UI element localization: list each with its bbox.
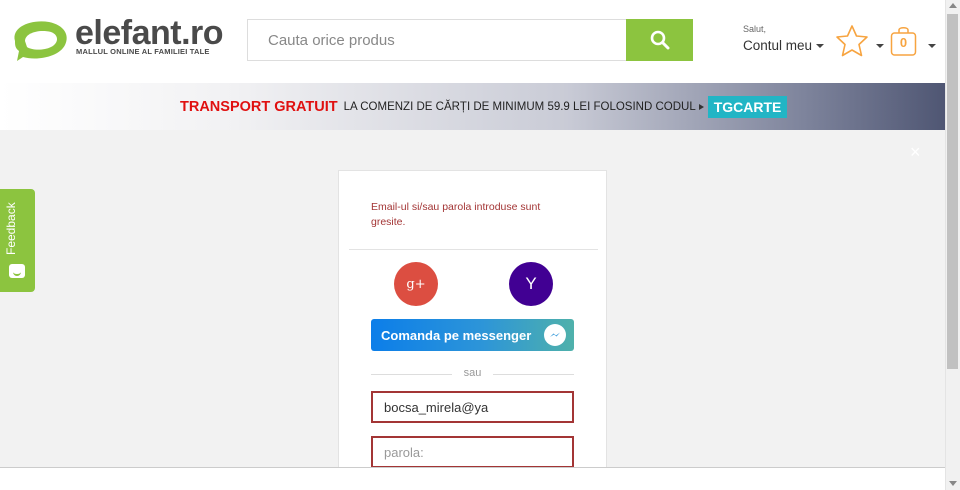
smiley-icon xyxy=(9,264,25,278)
search-button[interactable] xyxy=(626,19,693,61)
account-label: Contul meu xyxy=(743,38,813,53)
close-icon[interactable]: × xyxy=(910,143,921,161)
scroll-down-arrow-icon[interactable] xyxy=(949,481,957,486)
chevron-down-icon xyxy=(816,44,825,49)
scroll-up-arrow-icon[interactable] xyxy=(949,3,957,8)
scrollbar-thumb[interactable] xyxy=(947,14,958,369)
login-card: Email-ul si/sau parola introduse sunt gr… xyxy=(338,170,607,470)
promo-highlight: TRANSPORT GRATUIT xyxy=(180,99,338,115)
triangle-right-icon xyxy=(698,104,704,110)
google-plus-icon: g+ xyxy=(406,276,426,292)
account-menu[interactable]: Salut, Contul meu xyxy=(743,24,825,53)
search-icon xyxy=(650,30,669,50)
error-message: Email-ul si/sau parola introduse sunt gr… xyxy=(371,201,541,228)
separator-line xyxy=(371,374,452,375)
promo-code: TGCARTE xyxy=(707,96,788,118)
logo-icon xyxy=(14,21,67,61)
account-label-row: Contul meu xyxy=(743,38,825,53)
chevron-down-icon[interactable] xyxy=(876,44,884,48)
star-icon xyxy=(836,25,868,57)
feedback-label: Feedback xyxy=(4,202,18,255)
search-field xyxy=(247,19,627,61)
elefant-logo[interactable]: elefant.ro MALLUL ONLINE AL FAMILIEI TAL… xyxy=(9,14,224,61)
promo-banner[interactable]: TRANSPORT GRATUIT LA COMENZI DE CĂRȚI DE… xyxy=(0,83,945,130)
separator-line xyxy=(493,374,574,375)
promo-content: TRANSPORT GRATUIT LA COMENZI DE CĂRȚI DE… xyxy=(180,96,788,118)
messenger-icon xyxy=(544,324,566,346)
password-field-wrapper xyxy=(371,436,574,468)
bottom-bar xyxy=(0,467,945,490)
chevron-down-icon[interactable] xyxy=(928,44,936,48)
site-header: elefant.ro MALLUL ONLINE AL FAMILIEI TAL… xyxy=(0,0,945,83)
promo-text: LA COMENZI DE CĂRȚI DE MINIMUM 59.9 LEI … xyxy=(343,101,696,113)
email-field-wrapper xyxy=(371,391,574,423)
messenger-label: Comanda pe messenger xyxy=(381,327,532,343)
logo-tagline: MALLUL ONLINE AL FAMILIEI TALE xyxy=(76,47,210,56)
yahoo-login-button[interactable]: Y xyxy=(509,262,553,306)
account-greeting: Salut, xyxy=(743,24,767,34)
google-login-button[interactable]: g+ xyxy=(394,262,438,306)
search-input[interactable] xyxy=(248,20,626,60)
password-field[interactable] xyxy=(373,438,572,466)
separator-label: sau xyxy=(463,367,482,379)
divider xyxy=(349,249,598,250)
email-field[interactable] xyxy=(373,393,572,421)
yahoo-icon: Y xyxy=(525,274,537,293)
favorites-button[interactable] xyxy=(834,23,870,64)
cart-count: 0 xyxy=(899,35,908,50)
messenger-order-button[interactable]: Comanda pe messenger xyxy=(371,319,574,351)
separator: sau xyxy=(371,367,574,381)
cart-button[interactable]: 0 xyxy=(890,25,917,57)
feedback-tab[interactable]: Feedback xyxy=(0,189,35,292)
